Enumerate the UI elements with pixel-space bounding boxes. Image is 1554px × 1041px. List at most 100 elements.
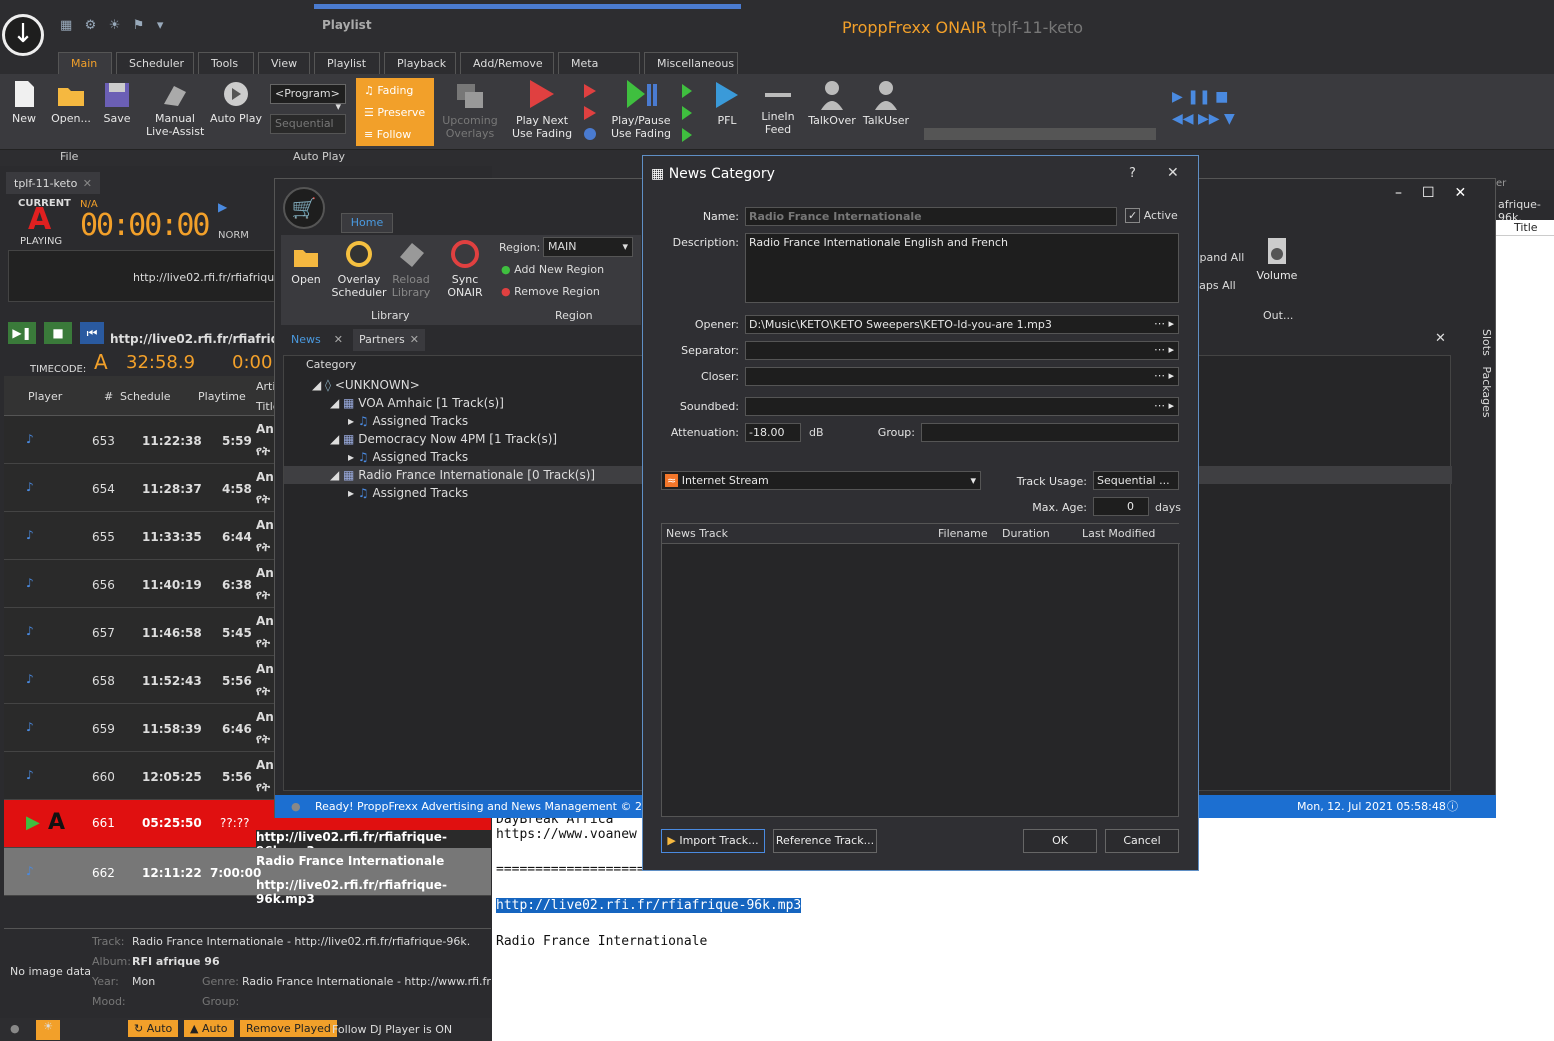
col-filename[interactable]: Filename xyxy=(938,527,988,540)
region-select[interactable]: MAIN ▾ xyxy=(543,237,633,257)
tab-view[interactable]: View xyxy=(258,52,310,74)
upcoming-overlays-button[interactable]: Upcoming Overlays xyxy=(440,82,500,140)
expand-all-button[interactable]: xpand All xyxy=(1193,251,1244,264)
tab-miscellaneous[interactable]: Miscellaneous xyxy=(644,52,738,74)
news-open-button[interactable]: Open xyxy=(289,245,323,286)
auto-toggle-2[interactable]: ▲ Auto xyxy=(184,1020,234,1037)
import-track-button[interactable]: ▶ Import Track... xyxy=(661,829,765,853)
help-icon[interactable]: ? xyxy=(1129,166,1136,181)
auto-play-button[interactable]: Auto Play xyxy=(210,80,262,125)
window-controls[interactable]: –☐✕ xyxy=(1395,185,1486,201)
play-pause-button[interactable]: Play/Pause Use Fading xyxy=(610,78,672,140)
tree-democracy-assigned[interactable]: ▸ ♫ Assigned Tracks xyxy=(348,450,468,464)
tab-playback[interactable]: Playback xyxy=(384,52,456,74)
manual-live-assist-button[interactable]: Manual Live-Assist xyxy=(146,82,204,138)
tree-democracy[interactable]: ◢ ▦ Democracy Now 4PM [1 Track(s)] xyxy=(330,432,557,446)
col-duration[interactable]: Duration xyxy=(1002,527,1050,540)
name-input[interactable]: Radio France Internationale xyxy=(745,207,1117,226)
right-title-col[interactable]: Title xyxy=(1496,220,1554,236)
browse-icon[interactable]: ⋯ ▸ xyxy=(1154,369,1174,382)
col-last-modified[interactable]: Last Modified xyxy=(1082,527,1155,540)
volume-button[interactable]: Volume xyxy=(1255,237,1299,282)
ok-button[interactable]: OK xyxy=(1023,829,1097,853)
soundbed-input[interactable]: ⋯ ▸ xyxy=(745,397,1179,416)
talkuser-button[interactable]: TalkUser xyxy=(862,80,910,127)
tree-voa-assigned[interactable]: ▸ ♫ Assigned Tracks xyxy=(348,414,468,428)
separator-input[interactable]: ⋯ ▸ xyxy=(745,341,1179,360)
reload-library-button[interactable]: Reload Library xyxy=(391,239,431,299)
talkover-button[interactable]: TalkOver xyxy=(808,80,856,127)
sequential-select[interactable]: Sequential xyxy=(270,114,346,134)
closer-input[interactable]: ⋯ ▸ xyxy=(745,367,1179,386)
tree-rfi[interactable]: ◢ ▦ Radio France Internationale [0 Track… xyxy=(330,468,595,482)
stop-mini-button[interactable]: ■ xyxy=(44,322,72,344)
doc-tab[interactable]: tplf-11-keto ✕ xyxy=(6,172,100,194)
fading-toggle[interactable]: ♫ Fading xyxy=(364,84,413,97)
col-artist[interactable]: Arti xyxy=(256,380,275,393)
rewind-mini-button[interactable]: ⏮ xyxy=(80,322,104,344)
play-icon[interactable]: ▶ xyxy=(218,200,227,214)
collapse-all-button[interactable]: llaps All xyxy=(1193,279,1236,292)
tab-playlist[interactable]: Playlist xyxy=(314,52,380,74)
table-row-662[interactable]: ♪ 662 12:11:22 7:00:00 Radio France Inte… xyxy=(4,848,491,906)
tab-meta-data[interactable]: Meta Data xyxy=(558,52,640,92)
tab-tools[interactable]: Tools xyxy=(198,52,254,74)
transport-mini-icons[interactable]: ▶ ❚❚ ■ ◀◀ ▶▶ ▼ xyxy=(1172,86,1242,130)
play-pause-mini-button[interactable]: ▶❚ xyxy=(8,322,36,344)
description-input[interactable]: Radio France Internationale English and … xyxy=(745,233,1179,303)
tree-rfi-assigned[interactable]: ▸ ♫ Assigned Tracks xyxy=(348,486,468,500)
attenuation-input[interactable]: -18.00 xyxy=(745,423,801,442)
remove-played-toggle[interactable]: Remove Played xyxy=(240,1020,337,1037)
info-icon[interactable]: ⓘ xyxy=(1447,798,1458,814)
linein-feed-button[interactable]: LineIn Feed xyxy=(758,84,798,136)
slots-tab[interactable]: Slots xyxy=(1480,329,1493,356)
tab-news[interactable]: News ✕ xyxy=(285,329,349,351)
source-type-select[interactable]: ≈ Internet Stream ▾ xyxy=(661,471,981,490)
col-playtime[interactable]: Playtime xyxy=(198,390,246,403)
close-icon[interactable]: ✕ xyxy=(334,333,343,346)
close-icon[interactable]: ✕ xyxy=(1435,331,1446,346)
side-tabs[interactable]: Slots Packages xyxy=(1463,329,1493,459)
browse-icon[interactable]: ⋯ ▸ xyxy=(1154,343,1174,356)
pfl-button[interactable]: PFL xyxy=(708,80,746,127)
preserve-toggle[interactable]: ☰ Preserve xyxy=(364,106,425,119)
reference-track-button[interactable]: Reference Track... xyxy=(773,829,877,853)
close-icon[interactable]: ✕ xyxy=(83,177,92,190)
program-select[interactable]: <Program> ▾ xyxy=(270,84,346,113)
tab-partners[interactable]: Partners ✕ xyxy=(353,329,425,351)
follow-toggle[interactable]: ≡ Follow xyxy=(364,128,411,141)
play-small-icons[interactable] xyxy=(582,82,598,145)
browse-icon[interactable]: ⋯ ▸ xyxy=(1154,399,1174,412)
overlay-scheduler-button[interactable]: Overlay Scheduler xyxy=(331,239,387,299)
group-input[interactable] xyxy=(921,423,1179,442)
save-button[interactable]: Save xyxy=(100,82,134,125)
bulb-icon[interactable]: ☀ xyxy=(36,1020,60,1040)
col-news-track[interactable]: News Track xyxy=(666,527,728,540)
pause-small-icons[interactable] xyxy=(680,82,696,145)
close-icon[interactable]: ✕ xyxy=(410,333,419,346)
app-menu-button[interactable]: ↓ xyxy=(2,14,44,56)
new-button[interactable]: New xyxy=(6,80,42,125)
tab-main[interactable]: Main xyxy=(58,52,112,74)
opener-input[interactable]: D:\Music\KETO\KETO Sweepers\KETO-Id-you-… xyxy=(745,315,1179,334)
max-age-input[interactable]: 0 xyxy=(1093,497,1149,516)
tab-scheduler[interactable]: Scheduler xyxy=(116,52,194,74)
tree-voa[interactable]: ◢ ▦ VOA Amhaic [1 Track(s)] xyxy=(330,396,504,410)
sync-onair-button[interactable]: Sync ONAIR xyxy=(445,239,485,299)
col-number[interactable]: # xyxy=(104,390,113,403)
add-region-button[interactable]: ● Add New Region xyxy=(501,263,604,276)
browse-icon[interactable]: ⋯ ▸ xyxy=(1154,317,1174,330)
col-schedule[interactable]: Schedule xyxy=(120,390,171,403)
open-button[interactable]: Open... xyxy=(50,82,92,125)
auto-toggle-1[interactable]: ↻ Auto xyxy=(128,1020,179,1037)
remove-region-button[interactable]: ● Remove Region xyxy=(501,285,600,298)
tab-home[interactable]: Home xyxy=(341,213,393,233)
active-checkbox[interactable]: ✓ Active xyxy=(1125,208,1178,223)
track-usage-select[interactable]: Sequential ... xyxy=(1093,471,1179,490)
col-player[interactable]: Player xyxy=(28,390,62,403)
cart-icon[interactable]: 🛒 xyxy=(283,187,325,229)
tree-unknown[interactable]: ◢ ◊ <UNKNOWN> xyxy=(312,378,420,392)
packages-tab[interactable]: Packages xyxy=(1480,366,1493,417)
tab-add-remove[interactable]: Add/Remove xyxy=(460,52,554,74)
dialog-close-icon[interactable]: ✕ xyxy=(1167,165,1179,181)
